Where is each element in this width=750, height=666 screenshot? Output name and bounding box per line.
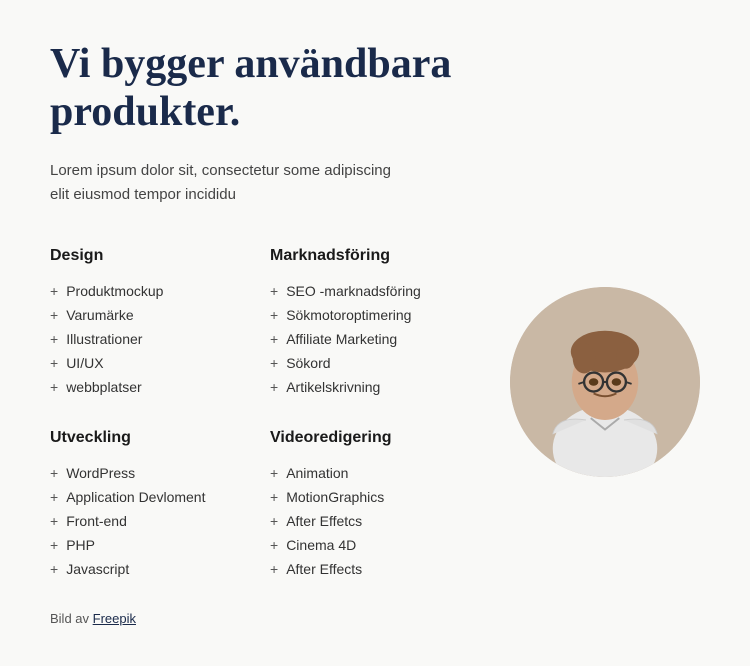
list-item-label: UI/UX [66, 355, 103, 371]
plus-icon: + [270, 465, 278, 481]
plus-icon: + [270, 331, 278, 347]
section-title-utveckling: Utveckling [50, 429, 250, 447]
list-item-label: Front-end [66, 513, 127, 529]
list-item: + MotionGraphics [270, 485, 470, 509]
footer-text: Bild av [50, 611, 93, 626]
list-item: + Animation [270, 461, 470, 485]
list-item: + WordPress [50, 461, 250, 485]
content-area: Design + Produktmockup + Varumärke + Illustrat… [50, 247, 700, 626]
plus-icon: + [50, 283, 58, 299]
plus-icon: + [50, 355, 58, 371]
list-item: + Artikelskrivning [270, 375, 470, 399]
list-item: + Affiliate Marketing [270, 327, 470, 351]
plus-icon: + [50, 379, 58, 395]
list-item: + Sökmotoroptimering [270, 303, 470, 327]
list-item-label: webbplatser [66, 379, 142, 395]
section-design: Design + Produktmockup + Varumärke + Illustrat… [50, 247, 250, 399]
list-item: + After Effects [270, 557, 470, 581]
plus-icon: + [50, 465, 58, 481]
plus-icon: + [270, 307, 278, 323]
list-item: + SEO -marknadsföring [270, 279, 470, 303]
list-item-label: Animation [286, 465, 348, 481]
list-item-label: Affiliate Marketing [286, 331, 397, 347]
section-list-videoredigering: +Animation+MotionGraphics+After Effetcs+… [270, 461, 470, 581]
list-item-label: Illustrationer [66, 331, 142, 347]
plus-icon: + [270, 537, 278, 553]
plus-icon: + [270, 513, 278, 529]
list-item: + UI/UX [50, 351, 250, 375]
plus-icon: + [270, 379, 278, 395]
list-item-label: After Effetcs [286, 513, 362, 529]
section-list-marknadsföring: +SEO -marknadsföring+Sökmotoroptimering+… [270, 279, 470, 399]
right-column [470, 247, 700, 626]
plus-icon: + [50, 537, 58, 553]
plus-icon: + [270, 489, 278, 505]
avatar [510, 287, 700, 477]
list-item-label: MotionGraphics [286, 489, 384, 505]
list-item: + Front-end [50, 509, 250, 533]
plus-icon: + [270, 283, 278, 299]
grid-sections: Design + Produktmockup + Varumärke + Illustrat… [50, 247, 470, 581]
list-item-label: PHP [66, 537, 95, 553]
list-item: + Application Devloment [50, 485, 250, 509]
list-item-label: WordPress [66, 465, 135, 481]
list-item: + PHP [50, 533, 250, 557]
list-item-label: Application Devloment [66, 489, 205, 505]
section-title-videoredigering: Videoredigering [270, 429, 470, 447]
list-item-label: Sökord [286, 355, 330, 371]
list-item-label: After Effects [286, 561, 362, 577]
section-utveckling: Utveckling + WordPress + Application Devlome… [50, 429, 250, 581]
list-item-label: Varumärke [66, 307, 133, 323]
footer-credit: Bild av Freepik [50, 611, 470, 626]
list-item-label: SEO -marknadsföring [286, 283, 421, 299]
plus-icon: + [50, 331, 58, 347]
page-subtitle: Lorem ipsum dolor sit, consectetur some … [50, 159, 410, 207]
list-item: + Produktmockup [50, 279, 250, 303]
list-item: + After Effetcs [270, 509, 470, 533]
page-heading: Vi bygger användbara produkter. [50, 40, 470, 137]
footer-link[interactable]: Freepik [93, 611, 136, 626]
section-list-design: +Produktmockup+Varumärke+Illustrationer+… [50, 279, 250, 399]
list-item-label: Produktmockup [66, 283, 163, 299]
section-title-design: Design [50, 247, 250, 265]
left-column: Design + Produktmockup + Varumärke + Illustrat… [50, 247, 470, 626]
list-item: + Cinema 4D [270, 533, 470, 557]
list-item: + webbplatser [50, 375, 250, 399]
list-item: + Sökord [270, 351, 470, 375]
section-title-marknadsföring: Marknadsföring [270, 247, 470, 265]
plus-icon: + [50, 561, 58, 577]
section-marknadsföring: Marknadsföring + SEO -marknadsföring + Sökmo… [270, 247, 470, 399]
list-item-label: Javascript [66, 561, 129, 577]
list-item: + Javascript [50, 557, 250, 581]
page-wrapper: Vi bygger användbara produkter. Lorem ip… [0, 0, 750, 666]
list-item-label: Sökmotoroptimering [286, 307, 411, 323]
list-item: + Varumärke [50, 303, 250, 327]
plus-icon: + [50, 489, 58, 505]
plus-icon: + [270, 561, 278, 577]
plus-icon: + [50, 307, 58, 323]
list-item-label: Cinema 4D [286, 537, 356, 553]
plus-icon: + [50, 513, 58, 529]
plus-icon: + [270, 355, 278, 371]
section-list-utveckling: + WordPress + Application Devloment + Front-e… [50, 461, 250, 581]
list-item-label: Artikelskrivning [286, 379, 380, 395]
list-item: + Illustrationer [50, 327, 250, 351]
section-videoredigering: Videoredigering + Animation + MotionGraphics… [270, 429, 470, 581]
